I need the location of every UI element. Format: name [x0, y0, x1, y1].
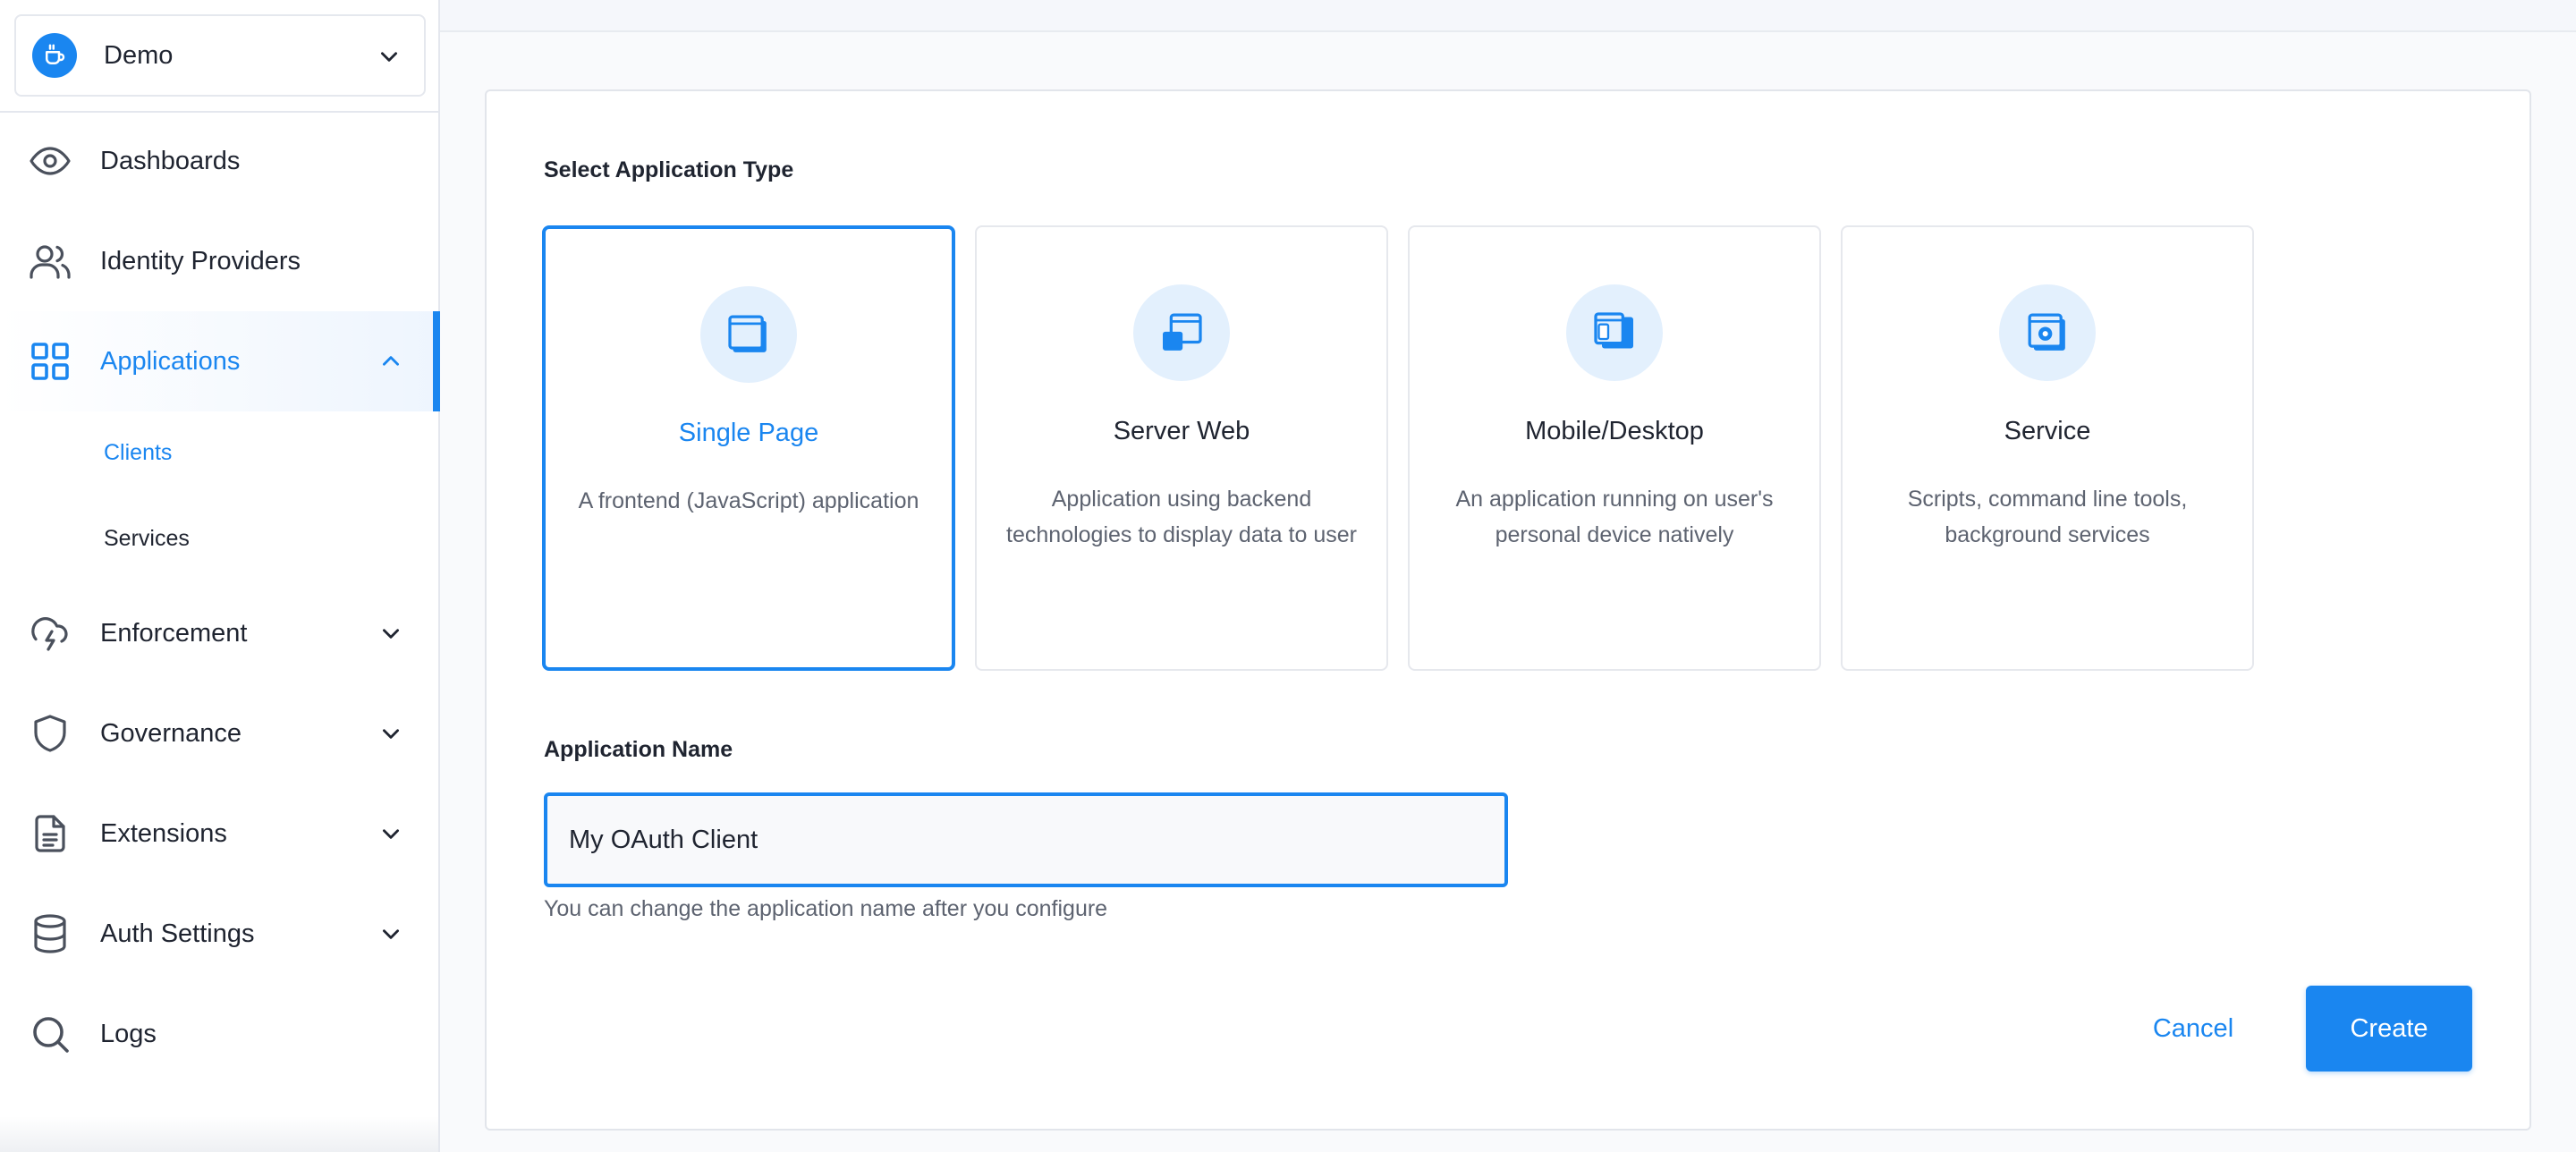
- active-indicator: [433, 311, 440, 411]
- sidebar-item-label: Governance: [100, 718, 242, 748]
- users-icon: [29, 240, 72, 283]
- type-description: Application using backend technologies t…: [1006, 487, 1357, 547]
- coffee-cup-icon: [32, 33, 77, 78]
- sidebar-subitem-clients[interactable]: Clients: [104, 440, 172, 466]
- type-card-server-web[interactable]: Server Web Application using backend tec…: [975, 225, 1388, 671]
- sidebar-subitem-services[interactable]: Services: [104, 526, 190, 552]
- top-bar: [440, 0, 2576, 32]
- tenant-name: Demo: [104, 40, 174, 70]
- search-icon: [29, 1012, 72, 1055]
- service-icon: [1999, 284, 2096, 381]
- chevron-down-icon: [383, 629, 399, 639]
- sidebar-item-label: Logs: [100, 1019, 157, 1048]
- eye-icon: [29, 140, 72, 182]
- sidebar-item-label: Applications: [100, 346, 241, 376]
- sidebar-item-logs[interactable]: Logs: [0, 984, 438, 1084]
- type-section-title: Select Application Type: [544, 157, 794, 182]
- type-card-single-page[interactable]: Single Page A frontend (JavaScript) appl…: [542, 225, 955, 671]
- sidebar-item-label: Identity Providers: [100, 246, 301, 275]
- type-name: Service: [2004, 417, 2091, 445]
- type-description: Scripts, command line tools, background …: [1907, 487, 2188, 547]
- name-section-title: Application Name: [544, 737, 733, 762]
- database-icon: [29, 912, 72, 955]
- sidebar-item-governance[interactable]: Governance: [0, 683, 438, 784]
- chevron-up-icon: [383, 356, 399, 366]
- grid-icon: [29, 340, 72, 383]
- cancel-button[interactable]: Cancel: [2120, 986, 2267, 1072]
- application-name-input[interactable]: [544, 792, 1508, 887]
- type-description: A frontend (JavaScript) application: [578, 488, 919, 513]
- sidebar-item-label: Dashboards: [100, 146, 241, 175]
- chevron-down-icon: [381, 52, 397, 62]
- type-description: An application running on user's persona…: [1455, 487, 1774, 547]
- sidebar-item-dashboards[interactable]: Dashboards: [0, 111, 438, 211]
- type-name: Mobile/Desktop: [1525, 417, 1704, 445]
- shield-icon: [29, 712, 72, 755]
- type-card-mobile-desktop[interactable]: Mobile/Desktop An application running on…: [1408, 225, 1821, 671]
- single-page-icon: [700, 286, 797, 383]
- server-web-icon: [1133, 284, 1230, 381]
- cloud-lightning-icon: [29, 612, 72, 655]
- chevron-down-icon: [383, 829, 399, 839]
- type-name: Server Web: [1113, 417, 1250, 445]
- mobile-desktop-icon: [1566, 284, 1663, 381]
- sidebar-item-enforcement[interactable]: Enforcement: [0, 583, 438, 683]
- sidebar-item-label: Auth Settings: [100, 919, 255, 948]
- sidebar-item-extensions[interactable]: Extensions: [0, 784, 438, 884]
- type-card-service[interactable]: Service Scripts, command line tools, bac…: [1841, 225, 2254, 671]
- chevron-down-icon: [383, 729, 399, 739]
- sidebar-item-applications[interactable]: Applications: [0, 311, 440, 411]
- chevron-down-icon: [383, 929, 399, 939]
- create-button[interactable]: Create: [2306, 986, 2472, 1072]
- sidebar: Demo Dashboards Identity Providers Appli…: [0, 0, 440, 1152]
- type-name: Single Page: [678, 419, 819, 447]
- tenant-selector[interactable]: Demo: [14, 14, 426, 97]
- sidebar-item-label: Enforcement: [100, 618, 248, 648]
- sidebar-item-label: Extensions: [100, 818, 227, 848]
- sidebar-item-auth-settings[interactable]: Auth Settings: [0, 884, 438, 984]
- sidebar-item-identity-providers[interactable]: Identity Providers: [0, 211, 438, 311]
- document-icon: [29, 812, 72, 855]
- sidebar-fade: [0, 1116, 438, 1152]
- application-name-helper: You can change the application name afte…: [544, 896, 1108, 921]
